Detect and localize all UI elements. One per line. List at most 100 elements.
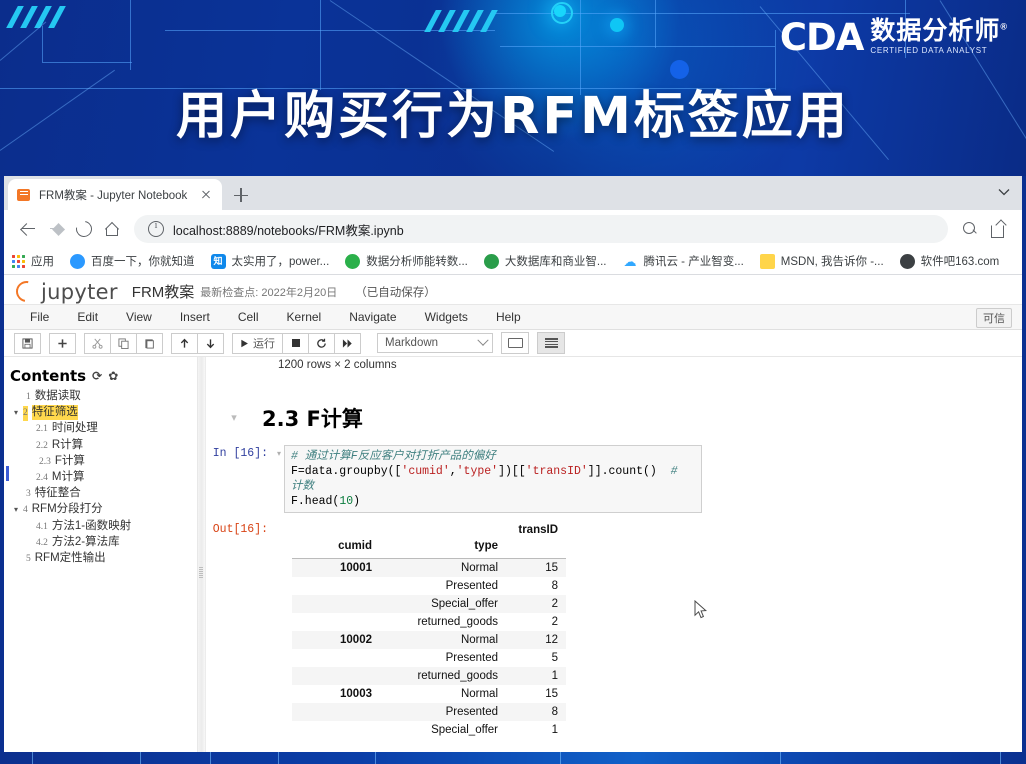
code-string: 'type': [456, 465, 499, 478]
notebook-name[interactable]: FRM教案: [132, 281, 195, 302]
toc-item-2[interactable]: ▾ 2 特征筛选: [10, 405, 197, 422]
close-icon[interactable]: [198, 187, 214, 203]
toc-header: Contents ⟳ ✿: [10, 367, 197, 385]
cell-type-select[interactable]: Markdown: [377, 333, 493, 353]
new-tab-button[interactable]: [230, 184, 252, 206]
zoom-button[interactable]: [956, 215, 984, 243]
caret-down-icon[interactable]: ▾: [14, 502, 23, 517]
toc-label: F计算: [54, 454, 85, 467]
toc-item-2-3[interactable]: 2.3 F计算: [10, 454, 197, 470]
jupyter-header: jupyter FRM教案 最新检查点: 2022年2月20日 （已自动保存）: [4, 275, 1022, 307]
toc-label: RFM定性输出: [34, 552, 106, 565]
panel-resize-handle[interactable]: [197, 357, 206, 757]
browser-tab[interactable]: FRM教案 - Jupyter Notebook: [8, 179, 222, 210]
zhihu-icon: 知: [210, 253, 226, 269]
restart-run-all-button[interactable]: [334, 332, 361, 354]
markdown-cell[interactable]: ▾ 2.3 F计算: [206, 403, 1022, 433]
refresh-icon[interactable]: ⟳: [92, 369, 102, 383]
home-button[interactable]: [98, 215, 126, 243]
back-button[interactable]: [14, 215, 42, 243]
input-prompt: In [16]:: [212, 447, 268, 460]
bookmark-baidu[interactable]: 百度一下，你就知道: [70, 253, 195, 269]
command-palette-button[interactable]: [501, 332, 529, 354]
menu-edit[interactable]: Edit: [63, 310, 112, 324]
forward-button[interactable]: [42, 215, 70, 243]
reload-button[interactable]: [70, 215, 98, 243]
url-text: localhost:8889/notebooks/FRM教案.ipynb: [173, 223, 404, 238]
menu-view[interactable]: View: [112, 310, 166, 324]
browser-window: FRM教案 - Jupyter Notebook localhost:8889/…: [4, 176, 1022, 757]
run-cell-button[interactable]: 运行: [232, 332, 283, 354]
share-button[interactable]: [984, 215, 1012, 243]
cell-collapser-icon[interactable]: ▾: [274, 445, 284, 513]
menu-file[interactable]: File: [16, 310, 63, 324]
menu-help[interactable]: Help: [482, 310, 535, 324]
toc-label: M计算: [51, 471, 85, 484]
toc-item-3[interactable]: 3 特征整合: [10, 486, 197, 502]
output-prompt: Out[16]:: [212, 523, 268, 536]
menu-cell[interactable]: Cell: [224, 310, 273, 324]
toc-item-4-2[interactable]: 4.2 方法2-算法库: [10, 535, 197, 551]
toc-label: 时间处理: [51, 422, 98, 435]
paste-button[interactable]: [136, 332, 163, 354]
site-info-icon[interactable]: [148, 220, 164, 237]
dataframe-output-table: transID cumid type 10001 Normal 15 Prese…: [292, 521, 566, 739]
code-token: F=data.groupby([: [291, 465, 402, 478]
text-cursor: [6, 466, 9, 481]
jupyter-logo[interactable]: jupyter: [11, 276, 118, 307]
notebook-scroll-area[interactable]: 1200 rows × 2 columns ▾ 2.3 F计算 In [16]:…: [206, 357, 1022, 757]
toc-number: 2.3: [39, 456, 51, 467]
trust-badge[interactable]: 可信: [976, 308, 1012, 328]
menu-widgets[interactable]: Widgets: [411, 310, 482, 324]
run-label: 运行: [253, 338, 275, 350]
cut-button[interactable]: [84, 332, 111, 354]
code-editor[interactable]: # 通过计算F反应客户对打折产品的偏好 F=data.groupby(['cum…: [284, 445, 702, 513]
gear-icon[interactable]: ✿: [108, 369, 118, 383]
menu-navigate[interactable]: Navigate: [335, 310, 410, 324]
copy-button[interactable]: [110, 332, 137, 354]
cell-type: Presented: [445, 580, 498, 592]
bookmark-msdn[interactable]: MSDN, 我告诉你 -...: [759, 253, 884, 269]
toc-item-5[interactable]: 5 RFM定性输出: [10, 551, 197, 567]
banner-dot: [610, 18, 624, 32]
insert-cell-button[interactable]: [49, 332, 76, 354]
code-string: 'cumid': [401, 465, 450, 478]
address-bar[interactable]: localhost:8889/notebooks/FRM教案.ipynb: [134, 215, 948, 243]
save-button[interactable]: [14, 332, 41, 354]
move-cell-down-button[interactable]: [197, 332, 224, 354]
toc-item-1[interactable]: 1 数据读取: [10, 389, 197, 405]
caret-down-icon[interactable]: ▾: [206, 403, 262, 424]
code-token: ])[[: [498, 465, 526, 478]
toc-item-4-1[interactable]: 4.1 方法1-函数映射: [10, 519, 197, 535]
bookmark-label: 软件吧163.com: [920, 256, 1000, 268]
bookmark-zhihu[interactable]: 知 太实用了，power...: [210, 253, 329, 269]
baidu-icon: [70, 253, 85, 269]
bookmark-tencent-cloud[interactable]: ☁ 腾讯云 - 产业智变...: [622, 253, 744, 269]
toc-toggle-button[interactable]: [537, 332, 565, 354]
restart-kernel-button[interactable]: [308, 332, 335, 354]
menu-kernel[interactable]: Kernel: [273, 310, 336, 324]
toc-item-2-4[interactable]: 2.4 M计算: [10, 470, 197, 486]
tab-title: FRM教案 - Jupyter Notebook: [39, 189, 188, 202]
code-string: 'transID': [525, 465, 588, 478]
checkpoint-text: 最新检查点: 2022年2月20日: [200, 286, 338, 299]
menu-insert[interactable]: Insert: [166, 310, 224, 324]
move-cell-up-button[interactable]: [171, 332, 198, 354]
toc-item-2-1[interactable]: 2.1 时间处理: [10, 421, 197, 437]
code-cell[interactable]: In [16]: ▾ # 通过计算F反应客户对打折产品的偏好 F=data.gr…: [206, 445, 1022, 513]
chevron-down-icon[interactable]: [998, 188, 1010, 196]
bookmark-apps[interactable]: 应用: [12, 253, 54, 269]
caret-down-icon[interactable]: ▾: [14, 405, 23, 420]
table-header: transID cumid type: [292, 521, 566, 559]
cell-type: Presented: [445, 652, 498, 664]
bookmark-bigdata[interactable]: 大数据库和商业智...: [483, 253, 606, 269]
bookmark-ruanjianba[interactable]: 软件吧163.com: [899, 253, 1000, 269]
toc-item-4[interactable]: ▾ 4 RFM分段打分: [10, 502, 197, 518]
bookmark-wechat[interactable]: 数据分析师能转数...: [345, 253, 468, 269]
toc-item-2-2[interactable]: 2.2 R计算: [10, 438, 197, 454]
interrupt-kernel-button[interactable]: [282, 332, 309, 354]
notebook-cells: 1200 rows × 2 columns ▾ 2.3 F计算 In [16]:…: [206, 357, 1022, 739]
cell-cumid: 10003: [340, 688, 372, 700]
table-row: Special_offer 1: [292, 721, 566, 739]
autosave-text: （已自动保存）: [355, 286, 436, 299]
